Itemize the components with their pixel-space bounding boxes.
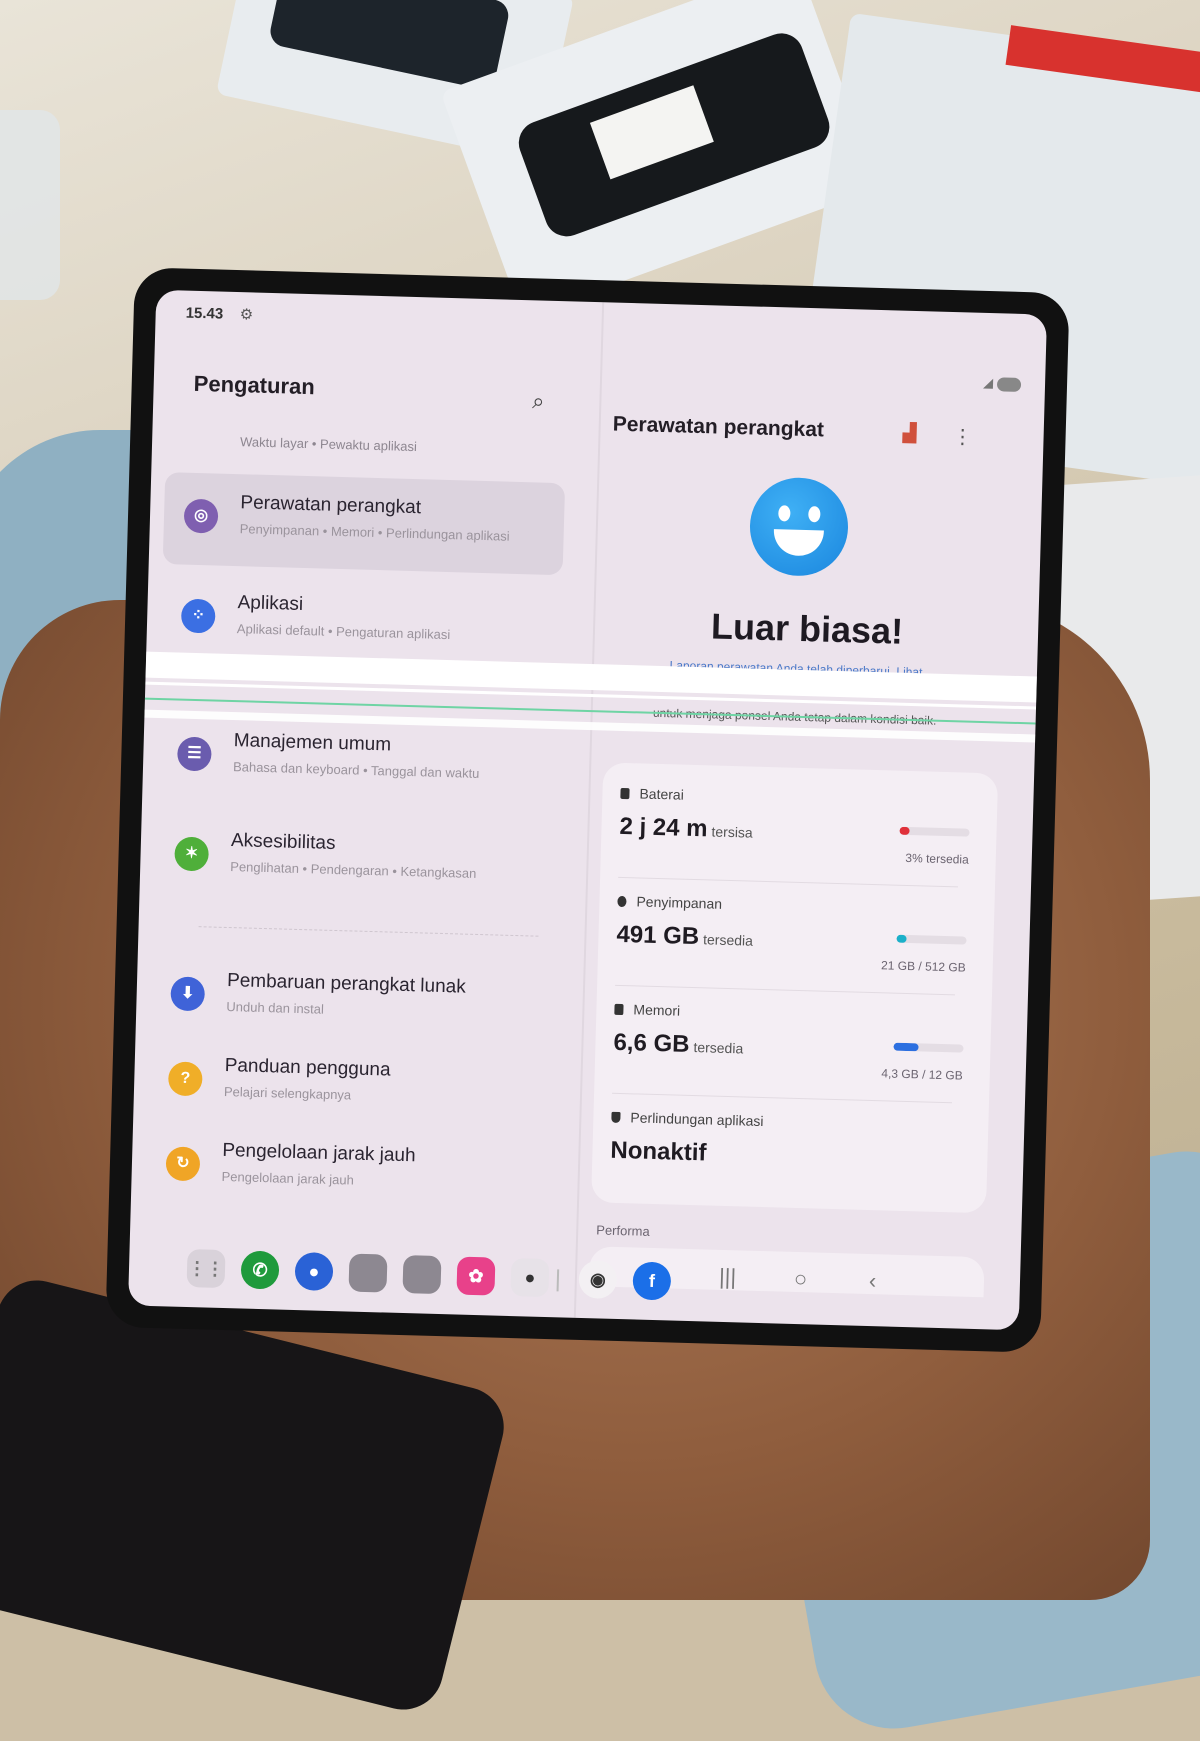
- chrome-app-icon[interactable]: ◉: [578, 1259, 618, 1299]
- settings-item-subtitle: Penyimpanan • Memori • Perlindungan apli…: [239, 521, 510, 544]
- tools-folder-icon[interactable]: [402, 1255, 442, 1295]
- storage-stat[interactable]: Penyimpanan 491 GB tersedia 21 GB / 512 G…: [615, 893, 978, 1003]
- app-protection-label: Perlindungan aplikasi: [630, 1109, 764, 1130]
- back-button[interactable]: ‹: [869, 1268, 877, 1294]
- digital-wellbeing-subtitle: Waktu layar • Pewaktu aplikasi: [239, 434, 418, 455]
- status-card: Baterai 2 j 24 m tersisa 3% tersedia Peny…: [591, 762, 999, 1214]
- settings-item-title: Perawatan perangkat: [240, 492, 422, 519]
- report-chart-icon[interactable]: ▟: [902, 423, 916, 444]
- facebook-app-icon[interactable]: f: [632, 1261, 672, 1301]
- phone-screen: 15.43 ⚙ ◢ Pengaturan ⌕ Waktu layar • Pew…: [127, 289, 1048, 1331]
- smiley-status-icon: [748, 476, 850, 578]
- performance-section-label: Performa: [596, 1222, 650, 1239]
- messages-app-icon[interactable]: ●: [294, 1252, 334, 1292]
- memory-value: 6,6 GB: [613, 1028, 690, 1058]
- storage-bar: [896, 934, 967, 945]
- battery-value: 2 j 24 m: [619, 812, 708, 843]
- section-divider: [198, 926, 539, 937]
- general-management-icon: ☰: [176, 736, 212, 772]
- phone-app-icon[interactable]: ✆: [240, 1250, 280, 1290]
- settings-item-title: Pengelolaan jarak jauh: [222, 1139, 416, 1167]
- camera-app-icon[interactable]: ●: [510, 1258, 550, 1298]
- foldable-phone: 15.43 ⚙ ◢ Pengaturan ⌕ Waktu layar • Pew…: [105, 267, 1070, 1353]
- battery-stat[interactable]: Baterai 2 j 24 m tersisa 3% tersedia: [618, 785, 981, 895]
- dock-separator: [556, 1269, 560, 1292]
- settings-item-title: Pembaruan perangkat lunak: [226, 970, 467, 998]
- battery-bar: [899, 826, 970, 837]
- memory-label: Memori: [633, 1001, 681, 1019]
- settings-item-subtitle: Unduh dan instal: [226, 998, 325, 1017]
- storage-unit: tersedia: [702, 931, 754, 949]
- flower-gallery-icon[interactable]: ✿: [456, 1256, 496, 1296]
- apps-icon: ⁘: [180, 598, 216, 634]
- settings-item-device-care[interactable]: ◎ Perawatan perangkat Penyimpanan • Memo…: [162, 472, 566, 576]
- memory-bar: [893, 1042, 964, 1053]
- memory-caption: 4,3 GB / 12 GB: [881, 1066, 963, 1083]
- memory-unit: tersedia: [693, 1039, 744, 1057]
- settings-item-title: Manajemen umum: [233, 730, 392, 756]
- settings-item-title: Panduan pengguna: [224, 1054, 391, 1081]
- battery-bar-fill: [899, 826, 910, 835]
- settings-item-accessibility[interactable]: ✶ Aksesibilitas Penglihatan • Pendengara…: [153, 810, 555, 913]
- battery-label: Baterai: [639, 785, 685, 803]
- settings-item-subtitle: Pengelolaan jarak jauh: [221, 1168, 355, 1188]
- memory-stat[interactable]: Memori 6,6 GB tersedia 4,3 GB / 12 GB: [612, 1001, 975, 1111]
- storage-icon: [617, 895, 627, 908]
- settings-item-remote-management[interactable]: ↻ Pengelolaan jarak jauh Pengelolaan jar…: [145, 1120, 547, 1223]
- app-protection-value: Nonaktif: [610, 1136, 707, 1167]
- memory-bar-fill: [893, 1042, 919, 1052]
- device-care-icon: ◎: [183, 498, 219, 534]
- user-manual-icon: ?: [167, 1061, 203, 1097]
- settings-item-subtitle: Bahasa dan keyboard • Tanggal dan waktu: [232, 759, 480, 781]
- settings-title: Pengaturan: [193, 370, 316, 400]
- search-icon[interactable]: ⌕: [523, 386, 554, 417]
- device-care-pane: Perawatan perangkat ▟ ⋮ Luar biasa! Lapo…: [588, 303, 1046, 1331]
- app-protection-stat[interactable]: Perlindungan aplikasi Nonaktif: [609, 1109, 972, 1219]
- home-button[interactable]: ○: [794, 1266, 808, 1292]
- storage-bar-fill: [896, 934, 907, 943]
- gallery-folder-icon[interactable]: [348, 1253, 388, 1293]
- battery-unit: tersisa: [711, 823, 753, 841]
- accessibility-icon: ✶: [174, 836, 210, 872]
- storage-caption: 21 GB / 512 GB: [880, 958, 966, 975]
- software-update-icon: ⬇: [170, 976, 206, 1012]
- more-options-icon[interactable]: ⋮: [952, 424, 973, 450]
- status-headline: Luar biasa!: [710, 605, 904, 652]
- settings-item-subtitle: Penglihatan • Pendengaran • Ketangkasan: [230, 859, 477, 881]
- remote-management-icon: ↻: [165, 1146, 201, 1182]
- app-drawer-icon[interactable]: ⋮⋮: [186, 1249, 226, 1289]
- battery-caption: 3% tersedia: [905, 850, 969, 867]
- recents-button[interactable]: |||: [719, 1264, 737, 1290]
- device-care-title: Perawatan perangkat: [612, 412, 825, 442]
- storage-value: 491 GB: [616, 920, 700, 951]
- shield-icon: [611, 1111, 621, 1124]
- settings-pane: Pengaturan ⌕ Waktu layar • Pewaktu aplik…: [128, 290, 606, 1318]
- storage-label: Penyimpanan: [636, 893, 723, 912]
- battery-icon: [620, 787, 630, 800]
- settings-item-subtitle: Pelajari selengkapnya: [223, 1083, 352, 1103]
- settings-item-title: Aksesibilitas: [230, 830, 336, 854]
- settings-item-title: Aplikasi: [237, 592, 304, 615]
- glass: [0, 110, 60, 300]
- memory-icon: [614, 1003, 624, 1016]
- settings-item-subtitle: Aplikasi default • Pengaturan aplikasi: [236, 621, 451, 643]
